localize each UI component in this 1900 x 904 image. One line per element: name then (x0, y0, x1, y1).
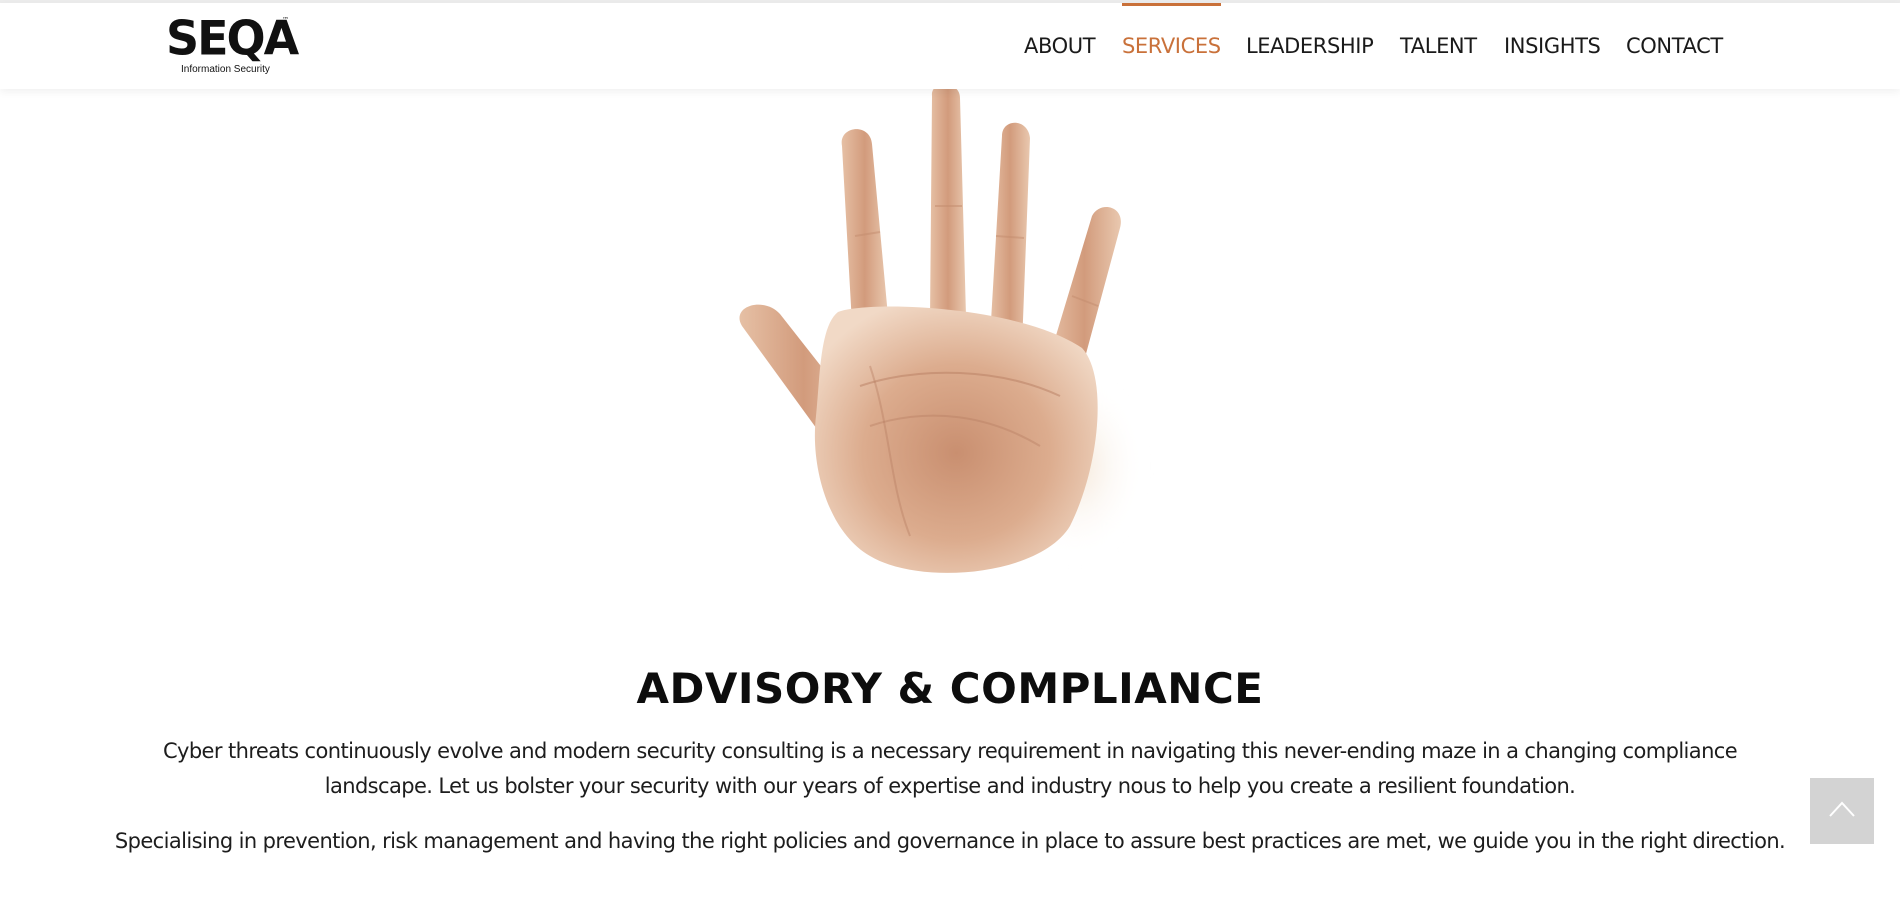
services-paragraph: Specialising in prevention, risk managem… (114, 829, 1786, 853)
scroll-to-top-button[interactable] (1810, 778, 1874, 844)
nav-item-leadership[interactable]: LEADERSHIP (1246, 3, 1374, 89)
open-hand-palm-icon (739, 84, 1145, 573)
hero-hand-image (720, 84, 1200, 606)
intro-line-1: Cyber threats continuously evolve and mo… (162, 739, 1738, 763)
main-nav: ABOUT SERVICES LEADERSHIP TALENT INSIGHT… (0, 3, 1900, 89)
intro-line-2: landscape. Let us bolster your security … (324, 774, 1576, 798)
nav-item-talent[interactable]: TALENT (1400, 3, 1477, 89)
nav-item-insights[interactable]: INSIGHTS (1504, 3, 1601, 89)
chevron-up-icon (1829, 801, 1855, 817)
site-header: SEQA ™ Information Security ABOUT SERVIC… (0, 3, 1900, 89)
nav-item-contact[interactable]: CONTACT (1626, 3, 1723, 89)
nav-item-about[interactable]: ABOUT (1024, 3, 1096, 89)
intro-paragraph: Cyber threats continuously evolve and mo… (0, 734, 1900, 804)
nav-item-services[interactable]: SERVICES (1122, 3, 1221, 89)
page-title: ADVISORY & COMPLIANCE (636, 664, 1264, 713)
